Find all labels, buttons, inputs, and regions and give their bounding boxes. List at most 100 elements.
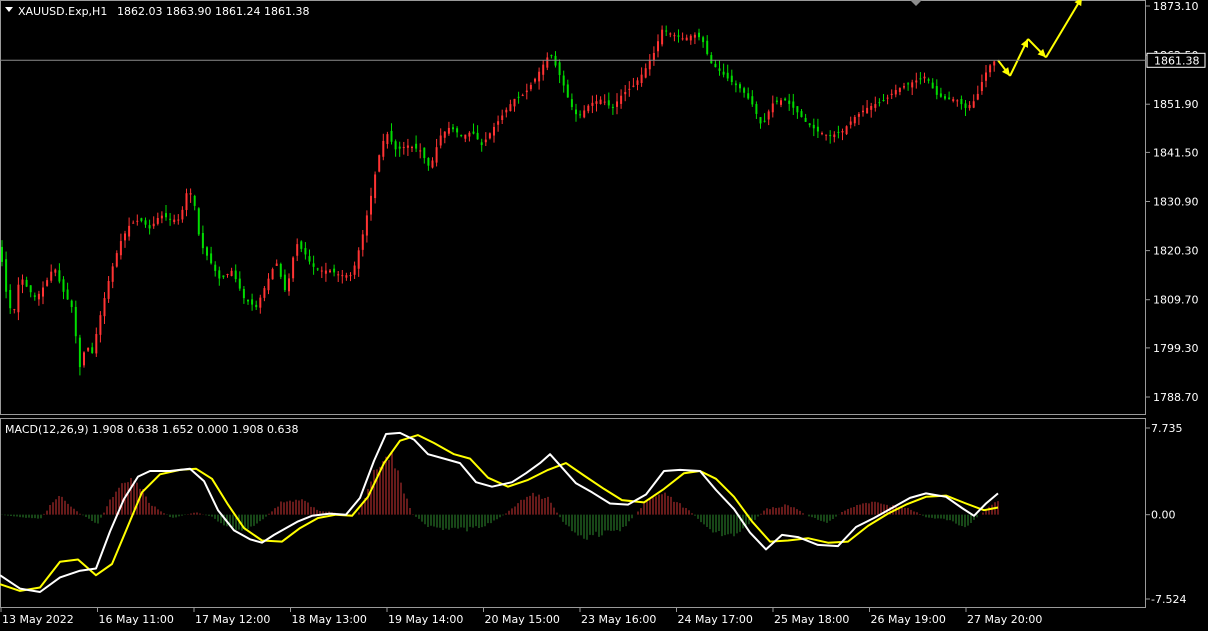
candle-body: [193, 195, 196, 206]
candle-body: [91, 347, 94, 353]
candle-body: [816, 126, 819, 132]
candle-body: [796, 106, 799, 113]
candle-body: [911, 82, 914, 88]
candle-body: [661, 29, 664, 45]
candle-body: [829, 135, 832, 137]
candle-body: [46, 280, 49, 286]
candle-body: [665, 30, 668, 32]
candle-body: [923, 76, 926, 79]
candle-body: [825, 134, 828, 136]
candle-body: [402, 147, 405, 149]
candle-body: [648, 60, 651, 70]
candle-body: [304, 248, 307, 255]
candle-body: [673, 35, 676, 37]
candle-body: [361, 234, 364, 250]
candle-body: [976, 93, 979, 100]
candle-body: [497, 121, 500, 125]
candle-body: [78, 337, 81, 368]
candle-body: [447, 127, 450, 134]
candle-body: [292, 257, 295, 279]
candle-body: [468, 132, 471, 137]
candle-body: [903, 86, 905, 88]
macd-label: MACD(12,26,9) 1.908 0.638 1.652 0.000 1.…: [5, 423, 298, 436]
candle-body: [804, 117, 807, 122]
candle-body: [611, 106, 614, 108]
candle-body: [259, 297, 262, 308]
candle-body: [288, 278, 290, 292]
candle-body: [837, 131, 840, 133]
candle-body: [525, 90, 528, 93]
candle-body: [862, 110, 864, 113]
candle-body: [849, 121, 852, 125]
candle-body: [591, 102, 594, 106]
macd-histogram: [1, 452, 999, 540]
candle-body: [550, 55, 553, 57]
candle-body: [759, 117, 762, 124]
candle-body: [927, 79, 930, 81]
candle-body: [952, 99, 955, 102]
mt4-chart[interactable]: 1873.101862.501851.901841.501830.901820.…: [0, 0, 1208, 628]
candle-body: [702, 37, 705, 43]
candle-body: [689, 35, 692, 41]
candle-body: [640, 74, 643, 84]
candle-body: [345, 275, 348, 278]
candle-body: [370, 195, 372, 215]
candle-body: [743, 88, 746, 93]
candle-body: [529, 84, 532, 90]
candle-body: [755, 104, 758, 114]
candle-body: [767, 111, 770, 120]
candle-body: [722, 71, 725, 75]
candle-body: [267, 278, 270, 291]
candle-body: [382, 140, 385, 157]
candle-body: [25, 279, 28, 287]
candle-body: [115, 253, 118, 267]
chart-canvas[interactable]: 1873.101862.501851.901841.501830.901820.…: [0, 0, 1208, 628]
candle-body: [226, 274, 229, 276]
candle-body: [870, 105, 873, 110]
candle-body: [968, 105, 971, 109]
candle-body: [279, 263, 282, 277]
candle-body: [415, 143, 418, 149]
candle-body: [726, 72, 729, 79]
candle-body: [456, 128, 459, 133]
candle-body: [275, 263, 278, 266]
candle-body: [985, 72, 987, 81]
candle-body: [685, 37, 688, 41]
candle-body: [562, 75, 565, 86]
current-price-tag: 1861.38: [1146, 52, 1206, 68]
triangle-down-icon[interactable]: [5, 7, 13, 12]
candle-body: [435, 147, 438, 163]
candle-body: [739, 84, 741, 89]
price-tick-label: 1799.30: [1153, 342, 1199, 355]
candle-body: [833, 134, 836, 138]
candle-body: [693, 34, 696, 38]
candle-body: [1, 246, 3, 262]
candle-body: [181, 209, 184, 220]
candle-body: [206, 247, 208, 256]
candle-body: [62, 279, 65, 292]
candle-body: [521, 95, 524, 97]
candle-body: [734, 83, 737, 86]
candle-body: [632, 85, 635, 87]
candle-body: [886, 97, 889, 99]
candle-body: [907, 83, 910, 85]
candle-body: [185, 193, 188, 211]
candle-body: [300, 241, 303, 249]
candle-body: [394, 141, 397, 150]
candle-body: [644, 68, 647, 78]
candle-body: [201, 233, 204, 249]
candle-body: [780, 100, 782, 105]
candle-body: [493, 126, 495, 136]
candle-body: [398, 146, 401, 149]
candle-body: [165, 213, 167, 218]
candle-body: [263, 288, 266, 298]
candle-body: [58, 270, 61, 282]
candle-body: [111, 266, 114, 282]
candle-body: [42, 287, 44, 297]
candle-body: [136, 220, 139, 222]
candle-body: [255, 304, 258, 308]
candle-body: [890, 93, 893, 96]
candle-body: [841, 130, 844, 133]
candle-body: [238, 278, 241, 289]
candle-body: [710, 55, 713, 64]
